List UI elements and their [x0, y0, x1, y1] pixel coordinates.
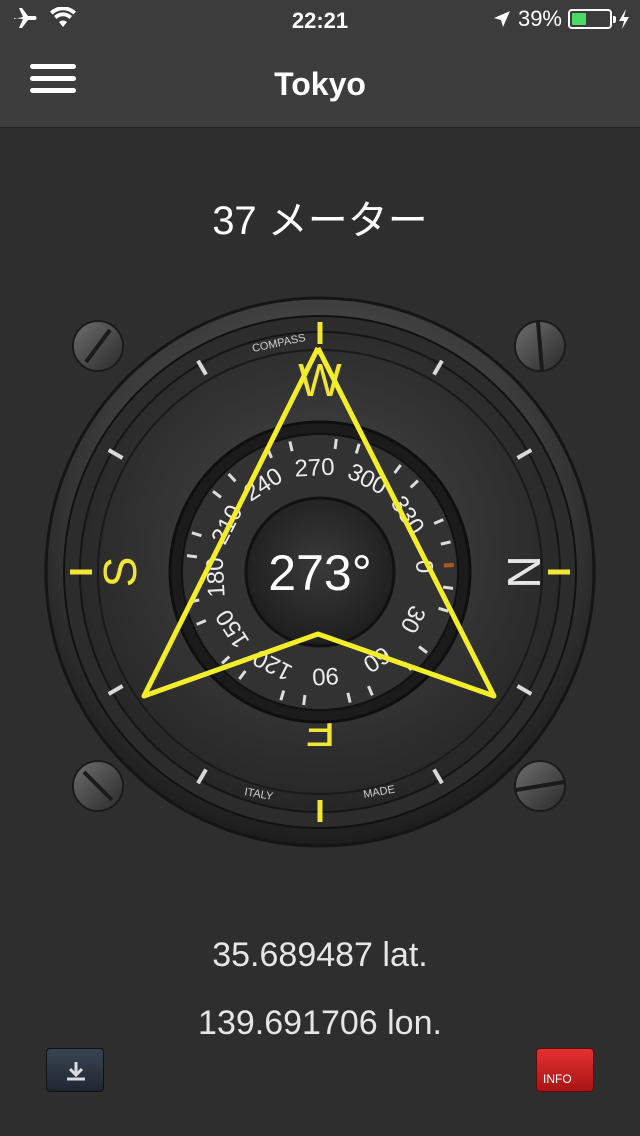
- cardinal-north: N: [498, 555, 550, 588]
- battery-percent: 39%: [517, 6, 562, 31]
- dial-number: 90: [311, 662, 339, 690]
- dial-tick: [302, 694, 307, 706]
- screw-bottom-left: [72, 760, 124, 812]
- dial-north-marker: [443, 562, 454, 568]
- page-title: Tokyo: [274, 66, 366, 102]
- charging-icon: [619, 9, 629, 29]
- compass: COMPASS ITALY MADE W N E S 0 30 60 90 120 150…: [38, 290, 602, 854]
- altitude-readout: 37 メーター: [212, 199, 428, 243]
- cardinal-south: S: [94, 557, 146, 588]
- info-button[interactable]: INFO: [536, 1048, 594, 1092]
- dial-tick: [333, 438, 338, 450]
- battery-fill: [572, 13, 587, 25]
- screw-bottom-right: [514, 760, 566, 812]
- battery-icon: [568, 9, 616, 29]
- status-bar: 22:21 39%: [0, 0, 640, 40]
- dial-number: 270: [294, 454, 335, 483]
- latitude-readout: 35.689487 lat.: [212, 936, 428, 974]
- screw-top-left: [72, 320, 124, 372]
- status-right: 39%: [492, 6, 630, 32]
- location-arrow-icon: [493, 11, 510, 27]
- heading-readout: 273°: [268, 545, 371, 601]
- dial-tick: [186, 554, 198, 559]
- nav-bar: Tokyo: [0, 40, 640, 128]
- download-button[interactable]: [46, 1048, 104, 1092]
- download-icon: [67, 1062, 85, 1081]
- dial-tick: [442, 585, 454, 590]
- longitude-readout: 139.691706 lon.: [198, 1004, 442, 1042]
- screw-top-right: [514, 320, 566, 372]
- compass-dial: COMPASS ITALY MADE W N E S 0306090120150…: [44, 296, 596, 848]
- info-button-label: INFO: [543, 1072, 572, 1086]
